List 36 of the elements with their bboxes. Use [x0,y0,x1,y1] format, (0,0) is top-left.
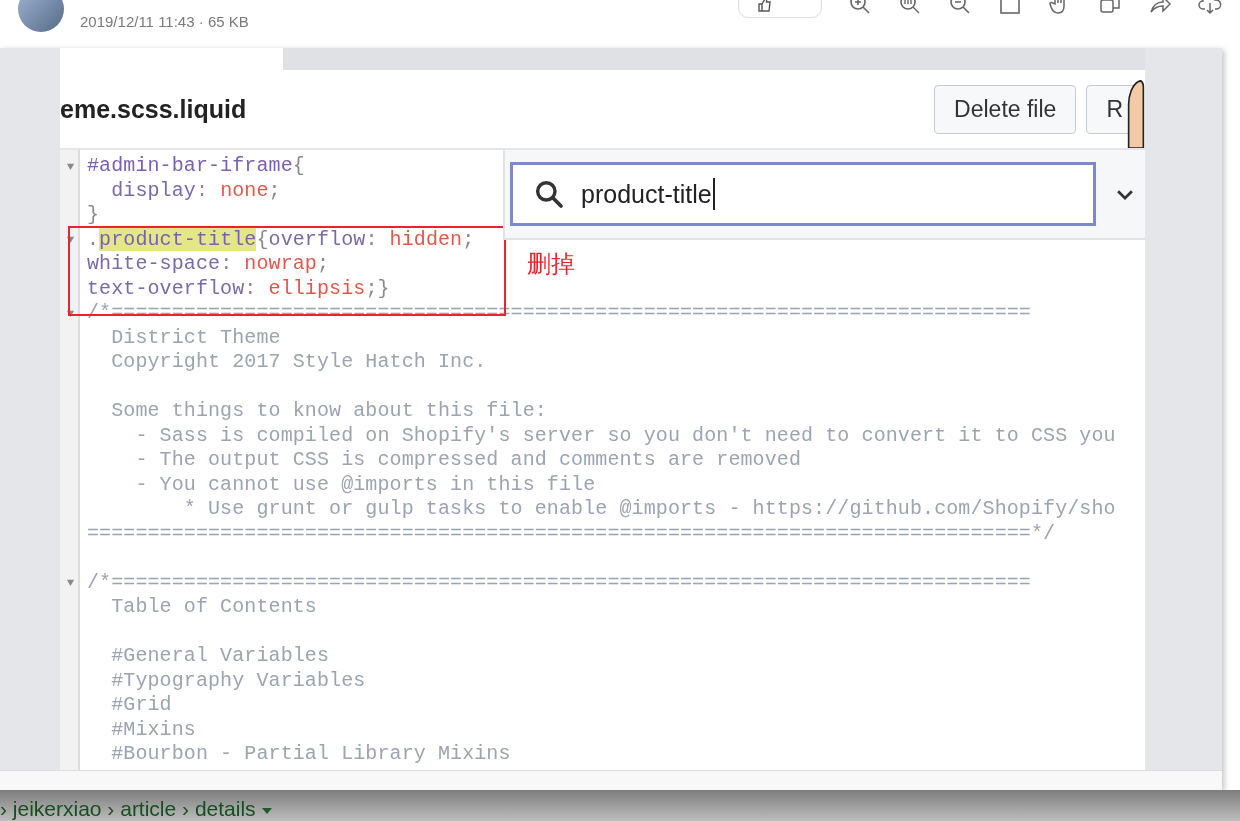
code-line: #General Variables [110,644,330,669]
fold-arrow-icon[interactable] [65,235,75,245]
thumbs-up-icon [757,0,773,13]
code-line: #Mixins [110,717,196,742]
hand-cursor-icon [1127,78,1145,148]
annotation-note: 删掉 [527,249,575,280]
code-line: - The output CSS is compressed and comments are removed [134,448,801,473]
fold-arrow-icon[interactable] [65,308,75,318]
code-line: display: none; [110,178,281,203]
code-line: #Grid [110,693,172,718]
breadcrumb[interactable]: › jeikerxiao › article › details [0,797,256,821]
code-line: Some things to know about this file: [110,399,547,424]
code-line: #admin-bar-iframe{ [86,154,305,179]
fold-arrow-icon[interactable] [65,578,75,588]
code-line: - Sass is compiled on Shopify's server so you don't need to convert it to CSS you [134,423,1116,448]
code-line: Table of Contents [110,595,317,620]
code-line: /*============================================================================ [86,301,1031,326]
code-line: white-space: nowrap; [86,252,330,277]
caret-icon[interactable] [261,807,272,815]
code-line: #Typography Variables [110,668,366,693]
code-line: District Theme [110,325,281,350]
file-button[interactable]: Delete file [934,84,1077,134]
code-line: .product-title{overflow: hidden; [86,227,475,252]
code-line: /*============================================================================ [86,570,1031,595]
fold-arrow-icon[interactable] [65,161,75,171]
code-line: } [86,203,100,228]
search-icon [533,178,565,210]
search-field[interactable]: product-title [510,162,1096,226]
code-line: Copyright 2017 Style Hatch Inc. [110,350,487,375]
code-line: * Use grunt or gulp tasks to enable @imports - https://github.com/Shopify/sho [182,497,1116,522]
image-meta: 2019/12/11 11:43 · 65 KB [80,13,249,30]
code-line: ==============================================================================*/ [86,521,1056,546]
code-line: #Bourbon - Partial Library Mixins [110,742,511,767]
file-name: eme.scss.liquid [60,94,247,124]
code-line: text-overflow: ellipsis;} [86,276,390,301]
code-line: - You cannot use @imports in this file [134,472,596,497]
